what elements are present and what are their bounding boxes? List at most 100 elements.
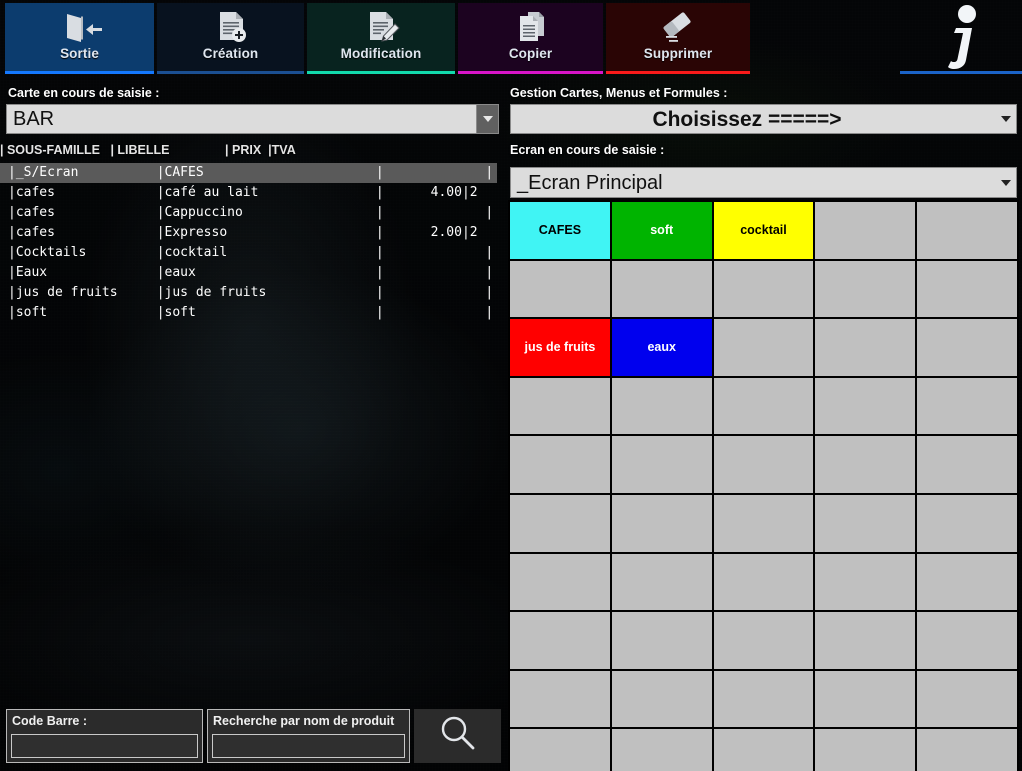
eraser-icon [655, 9, 701, 45]
grid-button-empty[interactable] [510, 436, 610, 493]
modification-button[interactable]: Modification [307, 3, 455, 74]
grid-button-empty[interactable] [713, 612, 814, 669]
grid-button-empty[interactable] [815, 319, 916, 376]
grid-button-empty[interactable] [713, 260, 814, 318]
carte-combo[interactable]: BAR [6, 104, 499, 134]
right-panel: Gestion Cartes, Menus et Formules : Choi… [505, 77, 1022, 771]
document-add-icon [212, 9, 250, 45]
product-list[interactable]: |_S/Ecran |CAFES | | |cafes |café au lait… [0, 163, 505, 683]
grid-button-empty[interactable] [611, 377, 712, 435]
grid-button-empty[interactable] [510, 494, 610, 552]
ecran-combo[interactable]: _Ecran Principal [510, 167, 1017, 198]
ecran-label: Ecran en cours de saisie : [510, 143, 665, 157]
grid-button-eaux[interactable]: eaux [611, 319, 712, 376]
modification-accent-bar [307, 71, 455, 74]
creation-button[interactable]: Création [157, 3, 304, 74]
gestion-combo-value: Choisissez =====> [652, 108, 842, 130]
creation-accent-bar [157, 71, 304, 74]
chevron-down-icon[interactable] [476, 105, 498, 133]
recherche-input[interactable] [212, 734, 405, 758]
grid-button-empty[interactable] [917, 612, 1017, 669]
recherche-field: Recherche par nom de produit [207, 709, 410, 763]
search-button[interactable] [414, 709, 501, 763]
grid-button-empty[interactable] [611, 553, 712, 611]
list-item[interactable]: |cafes |Expresso | 2.00|2 [0, 223, 505, 243]
grid-button-empty[interactable] [713, 553, 814, 611]
grid-button-empty[interactable] [611, 260, 712, 318]
sortie-accent-bar [5, 71, 154, 74]
supprimer-accent-bar [606, 71, 750, 74]
grid-button-empty[interactable] [815, 260, 916, 318]
exit-door-icon [57, 9, 103, 45]
ecran-combo-value: _Ecran Principal [517, 172, 663, 193]
carte-label: Carte en cours de saisie : [8, 86, 160, 100]
list-item[interactable]: |Eaux |eaux | | [0, 263, 505, 283]
grid-button-empty[interactable] [713, 377, 814, 435]
grid-button-empty[interactable] [917, 202, 1017, 259]
grid-button-empty[interactable] [815, 436, 916, 493]
document-edit-icon [362, 9, 400, 45]
info-accent-bar [900, 71, 1022, 74]
supprimer-label: Supprimer [643, 46, 713, 61]
copier-label: Copier [508, 46, 553, 61]
grid-button-jus-de-fruits[interactable]: jus de fruits [510, 319, 610, 376]
sortie-button[interactable]: Sortie [5, 3, 154, 74]
grid-button-empty[interactable] [510, 260, 610, 318]
grid-button-empty[interactable] [815, 670, 916, 728]
recherche-label: Recherche par nom de produit [213, 714, 395, 728]
grid-button-empty[interactable] [917, 377, 1017, 435]
grid-button-empty[interactable] [713, 319, 814, 376]
grid-button-empty[interactable] [510, 553, 610, 611]
list-item[interactable]: |cafes |café au lait | 4.00|2 [0, 183, 505, 203]
grid-button-empty[interactable] [611, 612, 712, 669]
carte-combo-value: BAR [13, 109, 55, 129]
sortie-label: Sortie [60, 46, 99, 61]
grid-button-empty[interactable] [713, 729, 814, 771]
list-item[interactable]: |jus de fruits |jus de fruits | | [0, 283, 505, 303]
info-button[interactable] [900, 0, 1022, 74]
grid-button-empty[interactable] [815, 377, 916, 435]
grid-button-cafes[interactable]: CAFES [510, 202, 610, 259]
grid-button-empty[interactable] [815, 494, 916, 552]
list-item[interactable]: |cafes |Cappuccino | | [0, 203, 505, 223]
grid-button-empty[interactable] [917, 494, 1017, 552]
grid-button-empty[interactable] [815, 553, 916, 611]
search-bar: Code Barre : Recherche par nom de produi… [6, 709, 501, 763]
grid-button-cocktail[interactable]: cocktail [713, 202, 814, 259]
grid-button-empty[interactable] [510, 377, 610, 435]
grid-button-empty[interactable] [510, 612, 610, 669]
grid-button-empty[interactable] [510, 670, 610, 728]
grid-button-empty[interactable] [917, 670, 1017, 728]
gestion-label: Gestion Cartes, Menus et Formules : [510, 86, 728, 100]
grid-button-soft[interactable]: soft [611, 202, 712, 259]
code-barre-label: Code Barre : [12, 714, 88, 728]
grid-button-empty[interactable] [917, 319, 1017, 376]
grid-button-empty[interactable] [611, 494, 712, 552]
grid-button-empty[interactable] [815, 612, 916, 669]
grid-button-empty[interactable] [611, 436, 712, 493]
grid-button-empty[interactable] [815, 729, 916, 771]
gestion-combo[interactable]: Choisissez =====> [510, 104, 1017, 134]
code-barre-field: Code Barre : [6, 709, 203, 763]
list-item[interactable]: |Cocktails |cocktail | | [0, 243, 505, 263]
list-item[interactable]: |soft |soft | | [0, 303, 505, 323]
chevron-down-icon[interactable] [995, 105, 1016, 133]
chevron-down-icon[interactable] [995, 168, 1016, 197]
copier-accent-bar [458, 71, 603, 74]
grid-button-empty[interactable] [713, 670, 814, 728]
grid-button-empty[interactable] [917, 729, 1017, 771]
search-icon [437, 713, 479, 760]
grid-button-empty[interactable] [917, 260, 1017, 318]
grid-button-empty[interactable] [713, 436, 814, 493]
grid-button-empty[interactable] [815, 202, 916, 259]
grid-button-empty[interactable] [510, 729, 610, 771]
grid-button-empty[interactable] [917, 436, 1017, 493]
copier-button[interactable]: Copier [458, 3, 603, 74]
code-barre-input[interactable] [11, 734, 198, 758]
list-item[interactable]: |_S/Ecran |CAFES | | [0, 163, 497, 183]
grid-button-empty[interactable] [713, 494, 814, 552]
grid-button-empty[interactable] [917, 553, 1017, 611]
supprimer-button[interactable]: Supprimer [606, 3, 750, 74]
grid-button-empty[interactable] [611, 670, 712, 728]
grid-button-empty[interactable] [611, 729, 712, 771]
